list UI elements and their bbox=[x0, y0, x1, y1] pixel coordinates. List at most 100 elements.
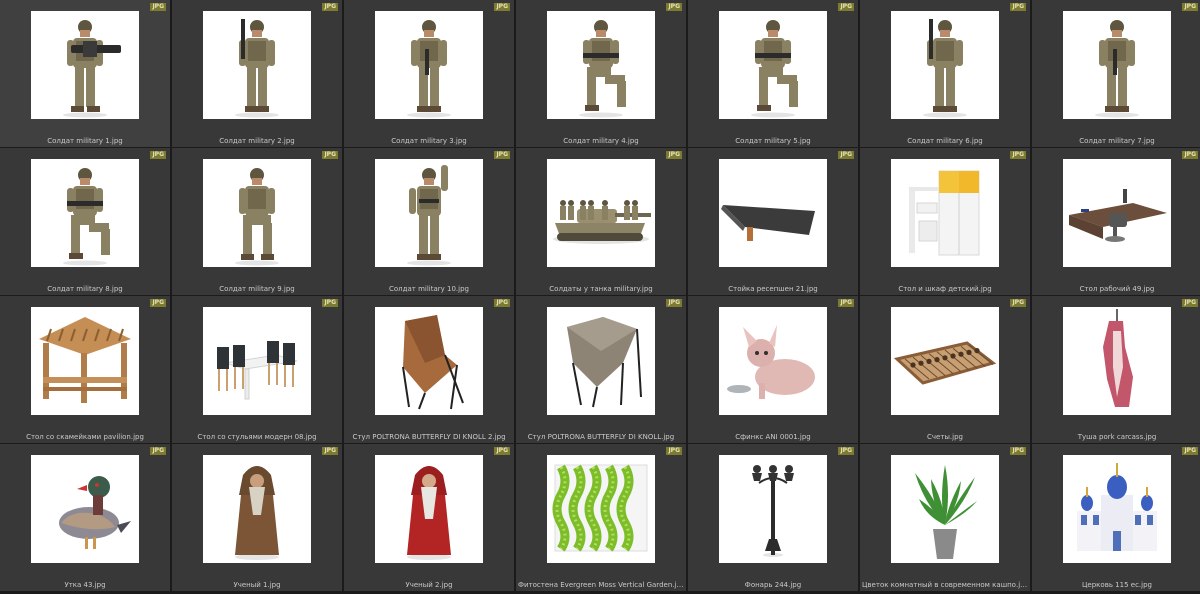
file-type-badge: JPG bbox=[494, 447, 510, 455]
reception-desk-icon bbox=[719, 159, 827, 267]
file-name-label: Солдат military 5.jpg bbox=[735, 137, 811, 145]
file-name-label: Цветок комнатный в современном кашпо.jpg bbox=[862, 581, 1028, 589]
thumbnail-cell[interactable]: JPG Стол и шкаф детский.jpg bbox=[860, 148, 1030, 295]
file-type-badge: JPG bbox=[1010, 299, 1026, 307]
thumbnail-cell[interactable]: JPG Солдат military 4.jpg bbox=[516, 0, 686, 147]
file-type-badge: JPG bbox=[494, 151, 510, 159]
file-type-badge: JPG bbox=[666, 447, 682, 455]
thumbnail-cell[interactable]: JPG Ученый 2.jpg bbox=[344, 444, 514, 591]
thumbnail-cell[interactable]: JPG Стол рабочий 49.jpg bbox=[1032, 148, 1200, 295]
thumbnail-cell[interactable]: JPG Туша pork carcass.jpg bbox=[1032, 296, 1200, 443]
file-name-label: Солдат military 3.jpg bbox=[391, 137, 467, 145]
tank-icon bbox=[547, 159, 655, 267]
file-name-label: Солдат military 1.jpg bbox=[47, 137, 123, 145]
scholar-red-icon bbox=[375, 455, 483, 563]
thumbnail-grid: JPG Солдат military 1.jpg JPG Солдат milit… bbox=[0, 0, 1200, 594]
file-type-badge: JPG bbox=[838, 447, 854, 455]
file-name-label: Стол со стульями модерн 08.jpg bbox=[197, 433, 317, 441]
file-name-label: Стол рабочий 49.jpg bbox=[1079, 285, 1155, 293]
thumbnail-cell[interactable]: JPG Солдат military 7.jpg bbox=[1032, 0, 1200, 147]
pavilion-icon bbox=[31, 307, 139, 415]
thumbnail-cell[interactable]: JPG Солдат military 3.jpg bbox=[344, 0, 514, 147]
file-name-label: Фитостена Evergreen Moss Vertical Garden… bbox=[518, 581, 684, 589]
file-type-badge: JPG bbox=[150, 151, 166, 159]
thumbnail-cell[interactable]: JPG Солдат military 10.jpg bbox=[344, 148, 514, 295]
scholar-brown-icon bbox=[203, 455, 311, 563]
file-type-badge: JPG bbox=[666, 3, 682, 11]
soldier-kneeling-icon bbox=[547, 11, 655, 119]
thumbnail-cell[interactable]: JPG Стул POLTRONA BUTTERFLY DI KNOLL.jpg bbox=[516, 296, 686, 443]
file-type-badge: JPG bbox=[150, 3, 166, 11]
file-name-label: Ученый 1.jpg bbox=[233, 581, 281, 589]
soldier-sitting-icon bbox=[203, 159, 311, 267]
soldier-standing-icon bbox=[375, 11, 483, 119]
file-type-badge: JPG bbox=[494, 299, 510, 307]
file-name-label: Стол и шкаф детский.jpg bbox=[898, 285, 992, 293]
file-type-badge: JPG bbox=[1010, 3, 1026, 11]
file-name-label: Туша pork carcass.jpg bbox=[1077, 433, 1157, 441]
kids-desk-wardrobe-icon bbox=[891, 159, 999, 267]
file-type-badge: JPG bbox=[1182, 151, 1198, 159]
file-name-label: Солдат military 8.jpg bbox=[47, 285, 123, 293]
file-name-label: Солдат military 10.jpg bbox=[389, 285, 469, 293]
butterfly-chair-leather-icon bbox=[375, 307, 483, 415]
file-type-badge: JPG bbox=[1010, 447, 1026, 455]
thumbnail-cell[interactable]: JPG Солдат military 5.jpg bbox=[688, 0, 858, 147]
thumbnail-cell[interactable]: JPG Утка 43.jpg bbox=[0, 444, 170, 591]
file-type-badge: JPG bbox=[1182, 447, 1198, 455]
thumbnail-cell[interactable]: JPG Церковь 115 ес.jpg bbox=[1032, 444, 1200, 591]
thumbnail-cell[interactable]: JPG Ученый 1.jpg bbox=[172, 444, 342, 591]
file-name-label: Счеты.jpg bbox=[927, 433, 963, 441]
file-name-label: Стул POLTRONA BUTTERFLY DI KNOLL.jpg bbox=[527, 433, 675, 441]
thumbnail-cell[interactable]: JPG Солдат military 9.jpg bbox=[172, 148, 342, 295]
file-name-label: Солдат military 2.jpg bbox=[219, 137, 295, 145]
soldier-rifle-icon bbox=[203, 11, 311, 119]
moss-wall-icon bbox=[547, 455, 655, 563]
thumbnail-cell[interactable]: JPG Счеты.jpg bbox=[860, 296, 1030, 443]
file-type-badge: JPG bbox=[1010, 151, 1026, 159]
soldier-standing-icon bbox=[1063, 11, 1171, 119]
thumbnail-cell[interactable]: JPG Солдат military 2.jpg bbox=[172, 0, 342, 147]
thumbnail-cell[interactable]: JPG Фонарь 244.jpg bbox=[688, 444, 858, 591]
thumbnail-cell[interactable]: JPG Цветок комнатный в современном кашпо.… bbox=[860, 444, 1030, 591]
file-type-badge: JPG bbox=[322, 299, 338, 307]
file-type-badge: JPG bbox=[838, 299, 854, 307]
file-type-badge: JPG bbox=[322, 151, 338, 159]
file-type-badge: JPG bbox=[150, 299, 166, 307]
file-name-label: Солдат military 9.jpg bbox=[219, 285, 295, 293]
file-name-label: Солдаты у танка military.jpg bbox=[549, 285, 653, 293]
file-type-badge: JPG bbox=[322, 447, 338, 455]
file-name-label: Стойка ресепшен 21.jpg bbox=[728, 285, 818, 293]
file-name-label: Фонарь 244.jpg bbox=[744, 581, 802, 589]
soldier-rifle-icon bbox=[891, 11, 999, 119]
file-type-badge: JPG bbox=[666, 151, 682, 159]
soldier-kneeling-icon bbox=[719, 11, 827, 119]
potted-plant-icon bbox=[891, 455, 999, 563]
thumbnail-cell[interactable]: JPG Солдат military 1.jpg bbox=[0, 0, 170, 147]
file-type-badge: JPG bbox=[1182, 299, 1198, 307]
thumbnail-cell[interactable]: JPG Солдат military 8.jpg bbox=[0, 148, 170, 295]
thumbnail-cell[interactable]: JPG Солдаты у танка military.jpg bbox=[516, 148, 686, 295]
thumbnail-cell[interactable]: JPG Стойка ресепшен 21.jpg bbox=[688, 148, 858, 295]
sphynx-cat-icon bbox=[719, 307, 827, 415]
thumbnail-cell[interactable]: JPG Стол со скамейками pavilion.jpg bbox=[0, 296, 170, 443]
file-type-badge: JPG bbox=[494, 3, 510, 11]
thumbnail-cell[interactable]: JPG Стол со стульями модерн 08.jpg bbox=[172, 296, 342, 443]
duck-icon bbox=[31, 455, 139, 563]
file-name-label: Солдат military 7.jpg bbox=[1079, 137, 1155, 145]
office-desk-icon bbox=[1063, 159, 1171, 267]
thumbnail-cell[interactable]: JPG Стул POLTRONA BUTTERFLY DI KNOLL 2.jp… bbox=[344, 296, 514, 443]
street-lamp-icon bbox=[719, 455, 827, 563]
file-name-label: Ученый 2.jpg bbox=[405, 581, 453, 589]
soldier-kneeling-icon bbox=[31, 159, 139, 267]
thumbnail-cell[interactable]: JPG Солдат military 6.jpg bbox=[860, 0, 1030, 147]
file-name-label: Солдат military 6.jpg bbox=[907, 137, 983, 145]
file-type-badge: JPG bbox=[666, 299, 682, 307]
file-name-label: Сфинкс ANI 0001.jpg bbox=[735, 433, 811, 441]
thumbnail-cell[interactable]: JPG Сфинкс ANI 0001.jpg bbox=[688, 296, 858, 443]
thumbnail-cell[interactable]: JPG Фитостена Evergreen Moss Vertical Gar… bbox=[516, 444, 686, 591]
file-name-label: Церковь 115 ес.jpg bbox=[1082, 581, 1152, 589]
file-name-label: Стол со скамейками pavilion.jpg bbox=[26, 433, 144, 441]
file-type-badge: JPG bbox=[838, 151, 854, 159]
file-name-label: Солдат military 4.jpg bbox=[563, 137, 639, 145]
